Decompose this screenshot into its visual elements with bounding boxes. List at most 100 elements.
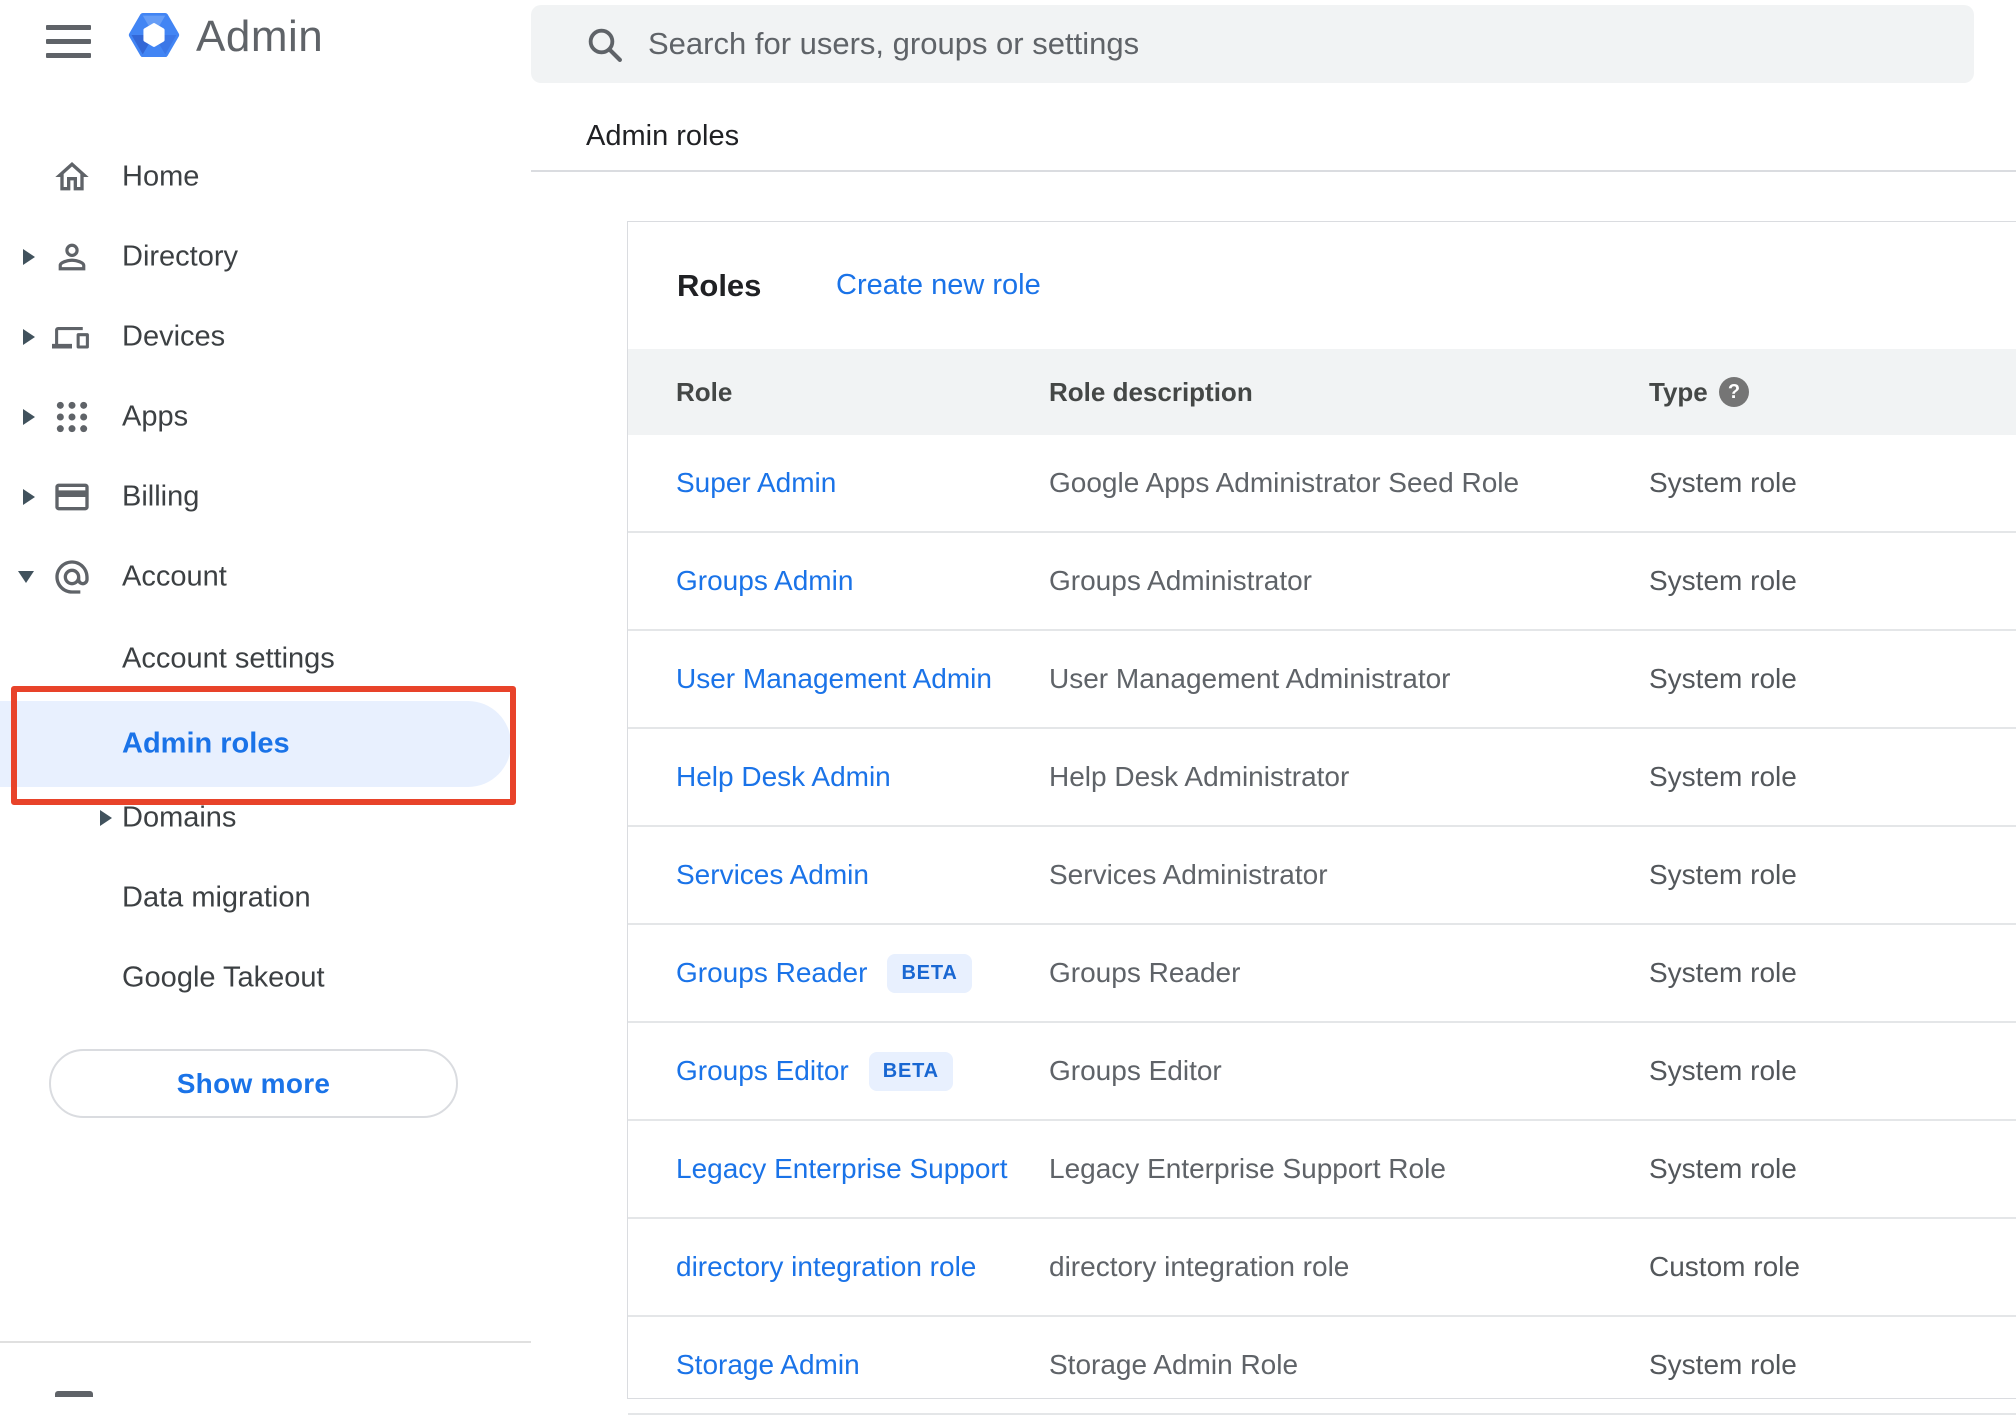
search-icon bbox=[588, 28, 622, 62]
sidebar-item-label: Account settings bbox=[122, 642, 335, 675]
role-cell: User Management Admin bbox=[676, 631, 992, 727]
billing-icon bbox=[50, 475, 94, 519]
table-row-storage-admin: Storage Admin Storage Admin Role System ro… bbox=[628, 1317, 2016, 1415]
sidebar-item-label: Account bbox=[122, 560, 227, 593]
chevron-right-icon[interactable] bbox=[23, 409, 35, 425]
role-type-cell: System role bbox=[1649, 1055, 1797, 1086]
chevron-right-icon[interactable] bbox=[100, 810, 112, 826]
table-row-directory-integration-role: directory integration role directory inte… bbox=[628, 1219, 2016, 1317]
search-input[interactable]: Search for users, groups or settings bbox=[531, 5, 1974, 83]
sidebar-item-home[interactable]: Home bbox=[0, 137, 531, 217]
content-divider bbox=[531, 170, 2016, 172]
table-body: Super Admin Google Apps Administrator See… bbox=[628, 435, 2016, 1415]
role-description-cell: Groups Administrator bbox=[1049, 565, 1312, 596]
role-description-cell: Help Desk Administrator bbox=[1049, 761, 1350, 792]
role-cell: Storage Admin bbox=[676, 1317, 860, 1413]
role-type-cell: Custom role bbox=[1649, 1251, 1800, 1282]
sidebar-item-label: Home bbox=[122, 160, 200, 193]
home-icon bbox=[50, 155, 94, 199]
role-type-cell: System role bbox=[1649, 761, 1797, 792]
account-icon bbox=[50, 555, 94, 599]
role-link[interactable]: Groups Admin bbox=[676, 565, 853, 597]
devices-icon bbox=[50, 315, 94, 359]
role-cell: Services Admin bbox=[676, 827, 869, 923]
table-row-groups-admin: Groups Admin Groups Administrator System r… bbox=[628, 533, 2016, 631]
partial-bottom-icon bbox=[55, 1391, 93, 1397]
sidebar-item-label: Google Takeout bbox=[122, 961, 325, 994]
role-description-cell: Services Administrator bbox=[1049, 859, 1328, 890]
sidebar-item-label: Data migration bbox=[122, 881, 311, 914]
breadcrumb: Admin roles bbox=[586, 120, 740, 152]
sidebar-item-billing[interactable]: Billing bbox=[0, 457, 531, 537]
create-new-role-link[interactable]: Create new role bbox=[836, 222, 1041, 349]
table-row-help-desk-admin: Help Desk Admin Help Desk Administrator Sy… bbox=[628, 729, 2016, 827]
role-link[interactable]: directory integration role bbox=[676, 1251, 976, 1283]
role-type-cell: System role bbox=[1649, 663, 1797, 694]
sidebar-item-label: Billing bbox=[122, 480, 200, 513]
role-cell: Groups Reader BETA bbox=[676, 925, 972, 1021]
role-type-cell: System role bbox=[1649, 467, 1797, 498]
role-cell: Legacy Enterprise Support bbox=[676, 1121, 1008, 1217]
role-description-cell: Google Apps Administrator Seed Role bbox=[1049, 467, 1520, 498]
apps-icon bbox=[50, 395, 94, 439]
directory-icon bbox=[50, 235, 94, 279]
sidebar-item-domains[interactable]: Domains bbox=[0, 778, 531, 858]
role-cell: Groups Admin bbox=[676, 533, 853, 629]
sidebar-item-label: Devices bbox=[122, 320, 226, 353]
role-link[interactable]: Super Admin bbox=[676, 467, 836, 499]
chevron-right-icon[interactable] bbox=[23, 329, 35, 345]
show-more-label: Show more bbox=[176, 1067, 331, 1099]
chevron-down-icon[interactable] bbox=[18, 571, 34, 583]
role-link[interactable]: User Management Admin bbox=[676, 663, 992, 695]
role-type-cell: System role bbox=[1649, 1349, 1797, 1380]
chevron-right-icon[interactable] bbox=[23, 249, 35, 265]
sidebar-item-directory[interactable]: Directory bbox=[0, 217, 531, 297]
sidebar: Home Directory Devices Apps Billing Account Ac… bbox=[0, 0, 531, 1396]
role-cell: Help Desk Admin bbox=[676, 729, 891, 825]
role-description-cell: Legacy Enterprise Support Role bbox=[1049, 1153, 1446, 1184]
chevron-right-icon[interactable] bbox=[23, 489, 35, 505]
sidebar-item-label: Domains bbox=[122, 801, 237, 834]
role-link[interactable]: Groups Editor bbox=[676, 1055, 849, 1087]
table-row-groups-editor: Groups Editor BETA Groups Editor System rol… bbox=[628, 1023, 2016, 1121]
column-header-type: Type bbox=[1649, 376, 1708, 407]
column-header-role-description: Role description bbox=[1049, 376, 1253, 407]
sidebar-item-admin-roles[interactable]: Admin roles bbox=[0, 704, 531, 784]
sidebar-item-data-migration[interactable]: Data migration bbox=[0, 858, 531, 938]
sidebar-item-label: Admin roles bbox=[122, 727, 290, 760]
show-more-button[interactable]: Show more bbox=[49, 1049, 458, 1118]
role-link[interactable]: Help Desk Admin bbox=[676, 761, 891, 793]
role-cell: Groups Editor BETA bbox=[676, 1023, 953, 1119]
role-link[interactable]: Storage Admin bbox=[676, 1349, 860, 1381]
role-link[interactable]: Legacy Enterprise Support bbox=[676, 1153, 1008, 1185]
role-link[interactable]: Services Admin bbox=[676, 859, 869, 891]
sidebar-item-label: Directory bbox=[122, 240, 239, 273]
table-row-groups-reader: Groups Reader BETA Groups Reader System rol… bbox=[628, 925, 2016, 1023]
card-title: Roles bbox=[677, 267, 762, 303]
beta-badge: BETA bbox=[868, 1051, 953, 1091]
role-type-cell: System role bbox=[1649, 565, 1797, 596]
role-description-cell: User Management Administrator bbox=[1049, 663, 1451, 694]
sidebar-item-label: Apps bbox=[122, 400, 189, 433]
role-description-cell: Groups Editor bbox=[1049, 1055, 1222, 1086]
sidebar-divider bbox=[0, 1341, 531, 1343]
sidebar-item-account[interactable]: Account bbox=[0, 537, 531, 617]
role-description-cell: directory integration role bbox=[1049, 1251, 1350, 1282]
role-link[interactable]: Groups Reader bbox=[676, 957, 867, 989]
table-row-super-admin: Super Admin Google Apps Administrator See… bbox=[628, 435, 2016, 533]
table-row-services-admin: Services Admin Services Administrator Syst… bbox=[628, 827, 2016, 925]
role-type-cell: System role bbox=[1649, 859, 1797, 890]
sidebar-item-account-settings[interactable]: Account settings bbox=[0, 619, 531, 699]
table-row-user-management-admin: User Management Admin User Management Adm… bbox=[628, 631, 2016, 729]
sidebar-item-google-takeout[interactable]: Google Takeout bbox=[0, 938, 531, 1018]
beta-badge: BETA bbox=[887, 953, 972, 993]
sidebar-item-apps[interactable]: Apps bbox=[0, 377, 531, 457]
role-description-cell: Storage Admin Role bbox=[1049, 1349, 1299, 1380]
role-cell: Super Admin bbox=[676, 435, 836, 531]
role-type-cell: System role bbox=[1649, 957, 1797, 988]
table-row-legacy-enterprise-support: Legacy Enterprise Support Legacy Enterpri… bbox=[628, 1121, 2016, 1219]
table-header: Role Role description Type ? bbox=[628, 349, 2016, 435]
help-icon[interactable]: ? bbox=[1719, 377, 1749, 407]
role-type-cell: System role bbox=[1649, 1153, 1797, 1184]
sidebar-item-devices[interactable]: Devices bbox=[0, 297, 531, 377]
